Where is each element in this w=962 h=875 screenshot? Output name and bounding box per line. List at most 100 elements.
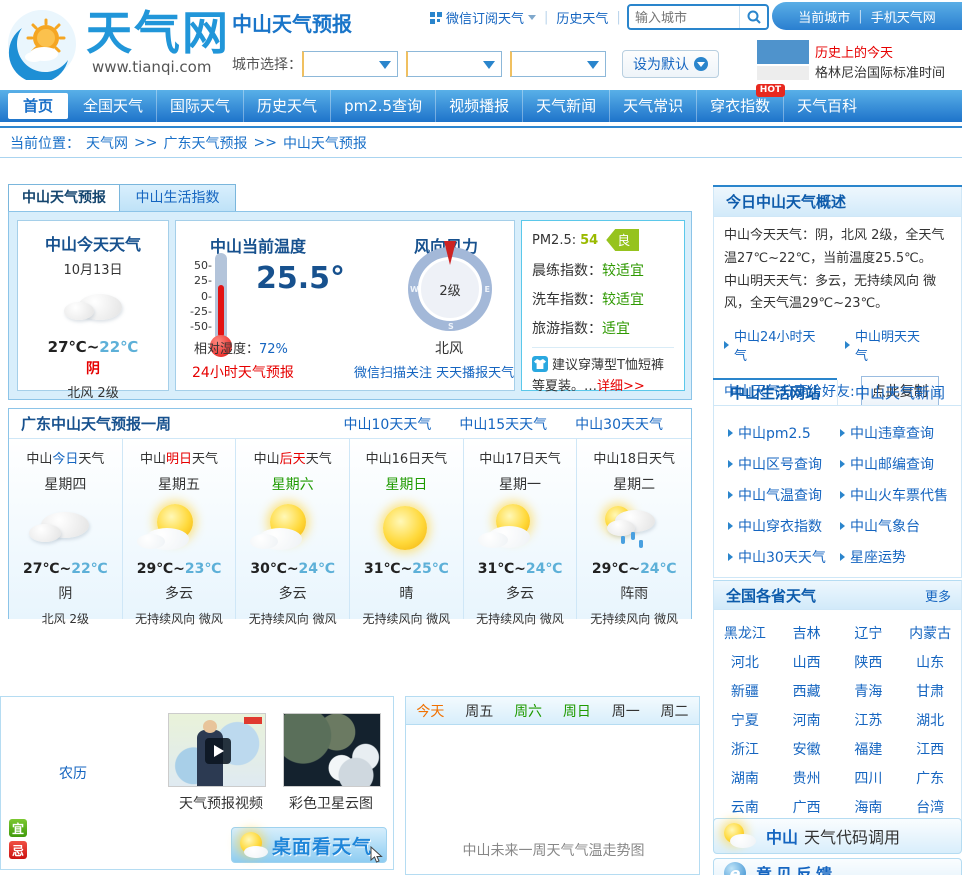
forecast-day-18[interactable]: 中山18日天气 星期二 29℃~24℃ 阵雨 无持续风向 微风: [577, 439, 692, 626]
link-train-ticket[interactable]: 中山火车票代售: [840, 485, 952, 505]
index-carwash[interactable]: 洗车指数：较适宜: [532, 289, 674, 309]
weather-code-panel[interactable]: 中山 天气代码调用: [713, 818, 962, 854]
trend-tab-today[interactable]: 今天: [416, 701, 444, 721]
nav-home[interactable]: 首页: [8, 93, 69, 119]
province-link[interactable]: 黑龙江: [714, 623, 776, 643]
province-link[interactable]: 台湾: [899, 797, 961, 817]
dress-detail-link[interactable]: 详细>>: [597, 379, 645, 394]
link-24h-weather[interactable]: 中山24小时天气: [724, 326, 819, 364]
trend-tab-fri[interactable]: 周五: [465, 701, 493, 721]
trend-tab-mon[interactable]: 周一: [612, 701, 640, 721]
province-link[interactable]: 青海: [838, 681, 900, 701]
province-link[interactable]: 宁夏: [714, 710, 776, 730]
forecast-day-today[interactable]: 中山今日天气 星期四 27℃~22℃ 阴 北风 2级: [9, 439, 123, 626]
breadcrumb-province[interactable]: 广东天气预报: [163, 133, 247, 153]
province-link[interactable]: 海南: [838, 797, 900, 817]
province-link[interactable]: 江苏: [838, 710, 900, 730]
nav-pm25[interactable]: pm2.5查询: [331, 90, 437, 122]
province-link[interactable]: 湖南: [714, 768, 776, 788]
breadcrumb-home[interactable]: 天气网: [86, 133, 128, 153]
current-city-link[interactable]: 当前城市: [798, 7, 850, 26]
site-logo[interactable]: 天气网 www.tianqi.com: [6, 8, 230, 80]
more-link[interactable]: 更多: [925, 586, 951, 605]
province-link[interactable]: 河南: [776, 710, 838, 730]
link-violation[interactable]: 中山违章查询: [840, 423, 952, 443]
tab-life-sites[interactable]: 中山生活网站: [713, 378, 837, 405]
index-morning[interactable]: 晨练指数：较适宜: [532, 260, 674, 280]
province-link[interactable]: 西藏: [776, 681, 838, 701]
nav-encyclopedia[interactable]: 天气百科: [784, 90, 870, 122]
district-select[interactable]: [510, 51, 606, 77]
index-travel[interactable]: 旅游指数：适宜: [532, 318, 674, 338]
province-link[interactable]: 四川: [838, 768, 900, 788]
forecast-day-17[interactable]: 中山17日天气 星期一 31℃~24℃ 多云 无持续风向 微风: [463, 439, 578, 626]
search-input[interactable]: [629, 9, 739, 25]
province-link[interactable]: 吉林: [776, 623, 838, 643]
province-link[interactable]: 安徽: [776, 739, 838, 759]
province-link[interactable]: 陕西: [838, 652, 900, 672]
link-area-code[interactable]: 中山区号查询: [728, 454, 840, 474]
province-link[interactable]: 甘肃: [899, 681, 961, 701]
nav-dress-index[interactable]: 穿衣指数 HOT: [697, 84, 786, 122]
province-link[interactable]: 山东: [899, 652, 961, 672]
trend-tab-sat[interactable]: 周六: [514, 701, 542, 721]
link-pm25[interactable]: 中山pm2.5: [728, 423, 840, 443]
province-select[interactable]: [302, 51, 398, 77]
province-link[interactable]: 贵州: [776, 768, 838, 788]
city-select[interactable]: [406, 51, 502, 77]
province-link[interactable]: 广西: [776, 797, 838, 817]
province-link[interactable]: 新疆: [714, 681, 776, 701]
province-link[interactable]: 广东: [899, 768, 961, 788]
province-link[interactable]: 内蒙古: [899, 623, 961, 643]
link-observatory[interactable]: 中山气象台: [840, 516, 952, 536]
link-temp-query[interactable]: 中山气温查询: [728, 485, 840, 505]
feedback-panel[interactable]: e 意见反馈: [713, 858, 962, 875]
desktop-weather-banner[interactable]: 桌面看天气: [231, 827, 387, 863]
nav-national-weather[interactable]: 全国天气: [70, 90, 158, 122]
yi-badge[interactable]: 宜: [9, 819, 27, 837]
video-caption[interactable]: 天气预报视频: [179, 793, 263, 813]
province-link[interactable]: 河北: [714, 652, 776, 672]
link-30day[interactable]: 中山30天天气: [728, 547, 840, 567]
forecast-day-16[interactable]: 中山16日天气 星期日 31℃~25℃ 晴 无持续风向 微风: [350, 439, 464, 626]
nav-news[interactable]: 天气新闻: [523, 90, 611, 122]
nav-international-weather[interactable]: 国际天气: [157, 90, 245, 122]
trend-tab-sun[interactable]: 周日: [563, 701, 591, 721]
province-link[interactable]: 湖北: [899, 710, 961, 730]
forecast-day-tomorrow[interactable]: 中山明日天气 星期五 29℃~23℃ 多云 无持续风向 微风: [122, 439, 237, 626]
province-link[interactable]: 山西: [776, 652, 838, 672]
link-15day[interactable]: 中山15天天气: [459, 414, 547, 434]
breadcrumb-city[interactable]: 中山天气预报: [283, 133, 367, 153]
video-thumbnail[interactable]: [168, 713, 266, 787]
nav-video[interactable]: 视频播报: [436, 90, 524, 122]
mobile-site-link[interactable]: 手机天气网: [871, 7, 936, 26]
set-default-button[interactable]: 设为默认: [622, 50, 719, 78]
tab-weather-news[interactable]: 中山天气新闻: [837, 380, 962, 405]
tab-weather-forecast[interactable]: 中山天气预报: [8, 184, 120, 211]
province-link[interactable]: 云南: [714, 797, 776, 817]
link-tomorrow-weather[interactable]: 中山明天天气: [845, 326, 925, 364]
satellite-caption[interactable]: 彩色卫星云图: [289, 793, 373, 813]
history-thumbnail[interactable]: [757, 40, 809, 64]
history-weather-link[interactable]: 历史天气: [556, 8, 608, 27]
province-link[interactable]: 浙江: [714, 739, 776, 759]
trend-tab-tue[interactable]: 周二: [661, 701, 689, 721]
nav-history-weather[interactable]: 历史天气: [244, 90, 332, 122]
nav-knowledge[interactable]: 天气常识: [610, 90, 698, 122]
link-zip-code[interactable]: 中山邮编查询: [840, 454, 952, 474]
ji-badge[interactable]: 忌: [9, 841, 27, 859]
province-link[interactable]: 江西: [899, 739, 961, 759]
tab-life-index[interactable]: 中山生活指数: [120, 184, 236, 211]
link-horoscope[interactable]: 星座运势: [840, 547, 952, 567]
search-button[interactable]: [739, 6, 767, 28]
lunar-calendar-link[interactable]: 农历: [59, 763, 87, 783]
wechat-subscribe-link[interactable]: 微信订阅天气: [430, 8, 537, 27]
wechat-scan-link[interactable]: 微信扫描关注 天天播报天气: [354, 362, 514, 381]
today-in-history-link[interactable]: 历史上的今天: [815, 42, 893, 61]
link-10day[interactable]: 中山10天天气: [344, 414, 432, 434]
province-link[interactable]: 福建: [838, 739, 900, 759]
link-24h-forecast[interactable]: 24小时天气预报: [192, 362, 294, 382]
satellite-thumbnail[interactable]: [283, 713, 381, 787]
province-link[interactable]: 辽宁: [838, 623, 900, 643]
link-dress-index[interactable]: 中山穿衣指数: [728, 516, 840, 536]
